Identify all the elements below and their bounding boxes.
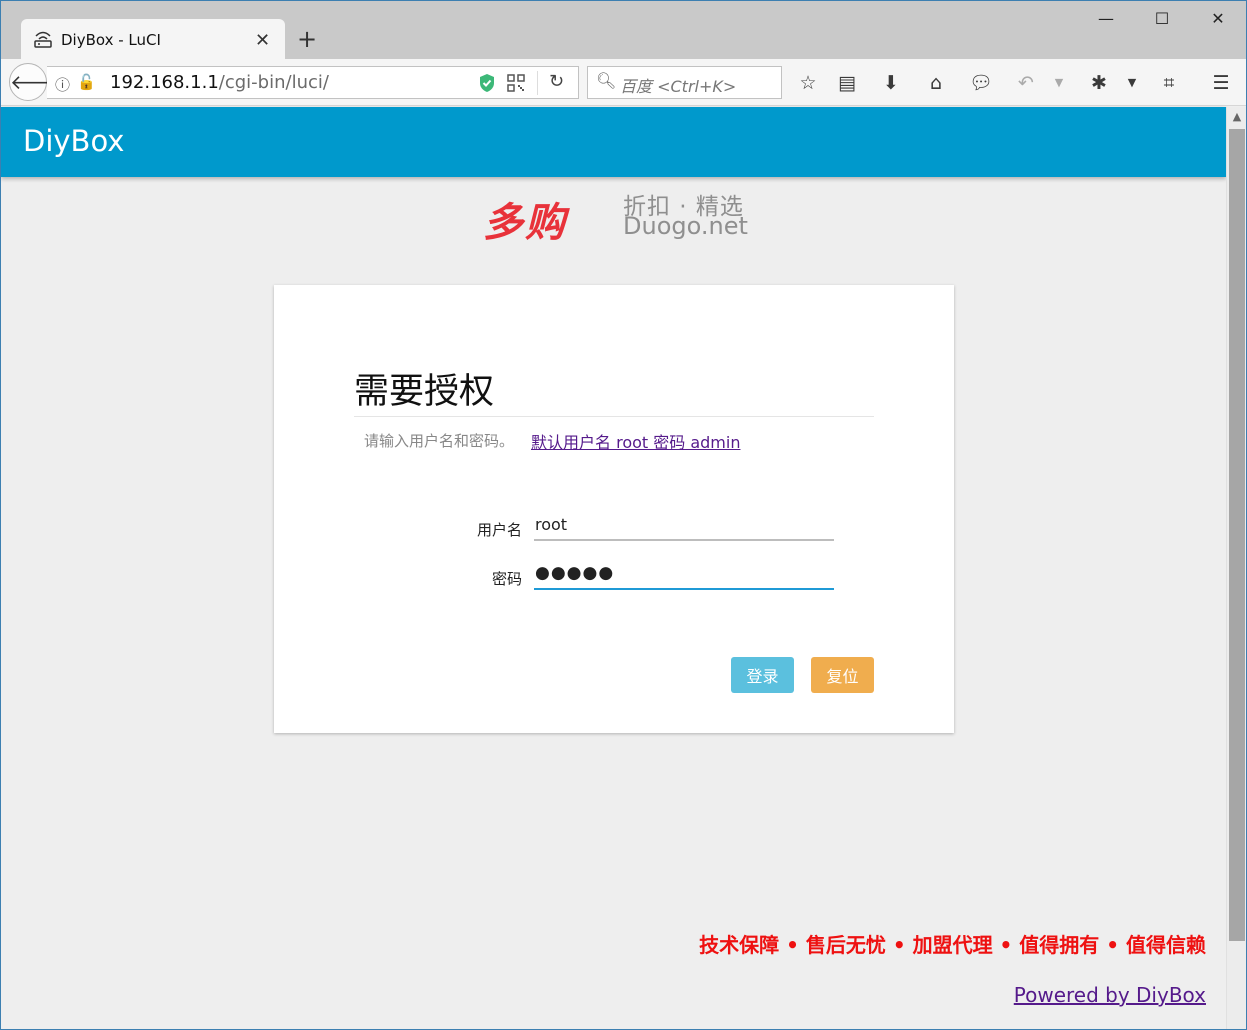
undo-icon[interactable]: ↶ [1013, 70, 1039, 96]
insecure-lock-icon[interactable]: 🔓 [77, 73, 96, 91]
login-button[interactable]: 登录 [731, 657, 794, 693]
login-description: 请输入用户名和密码。 [364, 432, 515, 450]
router-icon [34, 31, 52, 48]
scroll-up-arrow-icon[interactable]: ▲ [1227, 107, 1246, 127]
home-icon[interactable]: ⌂ [923, 70, 949, 96]
info-icon[interactable]: ⓘ [55, 74, 70, 95]
site-header: DiyBox [1, 107, 1226, 177]
url-bar[interactable]: ⓘ 🔓 192.168.1.1/cgi-bin/luci/ ↻ [47, 66, 579, 99]
brand-title[interactable]: DiyBox [23, 124, 124, 158]
bookmark-star-icon[interactable]: ☆ [795, 70, 821, 96]
title-divider [354, 416, 874, 417]
search-placeholder: 百度 <Ctrl+K> [620, 77, 737, 96]
menu-hamburger-icon[interactable]: ☰ [1208, 70, 1234, 96]
shield-icon[interactable] [478, 73, 496, 93]
search-icon: 🔍︎ [596, 71, 617, 90]
footer-slogan: 技术保障 • 售后无忧 • 加盟代理 • 值得拥有 • 值得信赖 [699, 933, 1206, 957]
bug-dropdown-icon[interactable]: ▼ [1119, 70, 1145, 96]
title-bar: DiyBox - LuCI ✕ + — ☐ ✕ [1, 1, 1246, 59]
navigation-toolbar: 🡐 ⓘ 🔓 192.168.1.1/cgi-bin/luci/ ↻ 🔍︎ 百度 [1, 59, 1246, 106]
watermark-domain: Duogo.net [623, 212, 748, 240]
login-card: 需要授权 请输入用户名和密码。 默认用户名 root 密码 admin 用户名 … [274, 285, 954, 733]
download-icon[interactable]: ⬇ [878, 70, 904, 96]
powered-by-link[interactable]: Powered by DiyBox [1014, 983, 1206, 1007]
password-label: 密码 [491, 570, 522, 588]
window-close-icon[interactable]: ✕ [1206, 9, 1230, 33]
back-arrow-icon[interactable]: 🡐 [9, 63, 64, 101]
page-content: DiyBox 多购 折扣 · 精选 Duogo.net 需要授权 请输入用户名和… [1, 107, 1226, 1029]
url-host: 192.168.1.1 [110, 72, 219, 93]
maximize-icon[interactable]: ☐ [1150, 9, 1174, 33]
login-title: 需要授权 [354, 372, 495, 412]
browser-window: DiyBox - LuCI ✕ + — ☐ ✕ 🡐 ⓘ 🔓 192.168.1.… [0, 0, 1247, 1030]
reload-icon[interactable]: ↻ [549, 71, 564, 92]
url-text[interactable]: 192.168.1.1/cgi-bin/luci/ [110, 72, 329, 93]
chat-bubble-icon[interactable]: 💬︎ [968, 70, 994, 96]
minimize-icon[interactable]: — [1094, 9, 1118, 33]
search-bar[interactable]: 🔍︎ 百度 <Ctrl+K> [587, 66, 782, 99]
scrollbar-thumb[interactable] [1229, 129, 1245, 941]
username-label: 用户名 [476, 521, 522, 539]
tab-close-icon[interactable]: ✕ [255, 30, 270, 51]
tab-title: DiyBox - LuCI [61, 31, 161, 49]
new-tab-plus-icon[interactable]: + [297, 27, 317, 51]
browser-tab[interactable]: DiyBox - LuCI ✕ [21, 19, 285, 59]
default-credentials-link[interactable]: 默认用户名 root 密码 admin [531, 429, 740, 453]
watermark-logo: 多购 [483, 200, 567, 246]
vertical-scrollbar[interactable]: ▲ [1226, 107, 1246, 1029]
crop-icon[interactable]: ⌗ [1156, 70, 1182, 96]
reset-button[interactable]: 复位 [811, 657, 874, 693]
url-divider [537, 71, 538, 95]
undo-dropdown-icon[interactable]: ▼ [1046, 70, 1072, 96]
username-input[interactable] [534, 509, 834, 541]
url-path: /cgi-bin/luci/ [218, 72, 329, 93]
reading-list-icon[interactable]: ▤ [834, 70, 860, 96]
bug-icon[interactable]: ✱ [1086, 70, 1112, 96]
password-input[interactable] [534, 558, 834, 590]
qr-code-icon[interactable] [507, 74, 525, 92]
